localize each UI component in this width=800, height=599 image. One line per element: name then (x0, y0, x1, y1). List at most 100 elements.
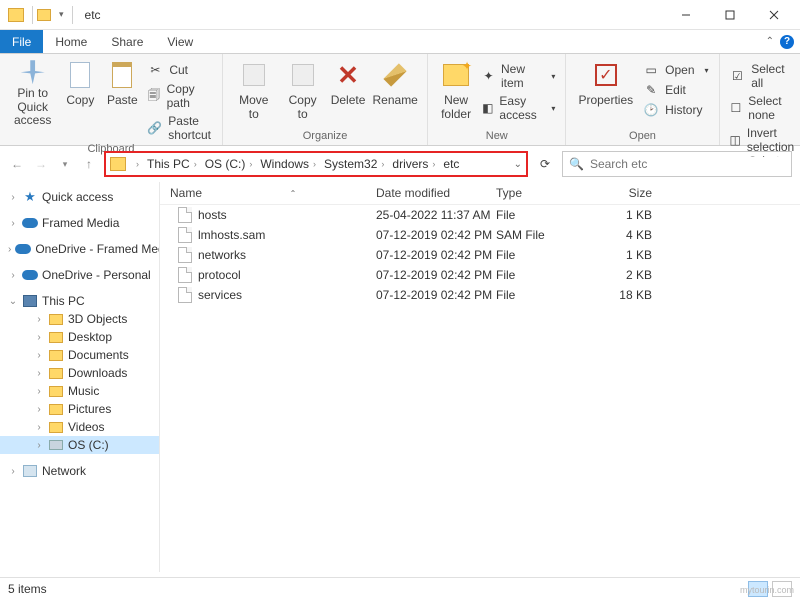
expand-icon[interactable]: › (8, 218, 18, 229)
file-name: networks (198, 248, 246, 262)
tree-pc-child[interactable]: ›Downloads (0, 364, 159, 382)
column-size[interactable]: Size (586, 186, 666, 200)
expand-icon[interactable]: › (34, 386, 44, 397)
breadcrumb-windows[interactable]: Windows› (258, 157, 322, 171)
tree-framed-media[interactable]: ›Framed Media (0, 214, 159, 232)
forward-button[interactable]: → (32, 155, 50, 173)
qat-folder-icon[interactable] (37, 9, 51, 21)
copy-icon (70, 62, 90, 88)
tree-pc-child[interactable]: ›Music (0, 382, 159, 400)
breadcrumb-os-c[interactable]: OS (C:)› (203, 157, 259, 171)
search-box[interactable]: 🔍 (562, 151, 792, 177)
recent-locations-button[interactable]: ▾ (56, 155, 74, 173)
tree-onedrive-personal[interactable]: ›OneDrive - Personal (0, 266, 159, 284)
address-bar[interactable]: › This PC› OS (C:)› Windows› System32› d… (104, 151, 528, 177)
breadcrumb-drivers[interactable]: drivers› (390, 157, 441, 171)
qat-dropdown-icon[interactable]: ▾ (59, 9, 64, 20)
tree-pc-child[interactable]: ›Desktop (0, 328, 159, 346)
expand-icon[interactable]: › (34, 332, 44, 343)
folder-icon (48, 330, 64, 344)
file-row[interactable]: hosts25-04-2022 11:37 AMFile1 KB (160, 205, 800, 225)
file-size: 2 KB (586, 268, 666, 282)
open-button[interactable]: ▭Open▾ (639, 61, 712, 79)
tree-network[interactable]: ›Network (0, 462, 159, 480)
refresh-button[interactable]: ⟳ (534, 153, 556, 175)
move-to-button[interactable]: Move to (229, 57, 278, 129)
paste-button[interactable]: Paste (101, 57, 143, 129)
minimize-button[interactable] (664, 1, 708, 29)
tree-pc-child[interactable]: ›Videos (0, 418, 159, 436)
search-input[interactable] (590, 157, 785, 171)
expand-icon[interactable]: › (34, 422, 44, 433)
breadcrumb-root-chevron[interactable]: › (130, 159, 145, 169)
tree-label: Pictures (68, 402, 111, 416)
copy-button[interactable]: Copy (59, 57, 101, 129)
file-list[interactable]: Name⌃ Date modified Type Size hosts25-04… (160, 182, 800, 572)
pin-to-quick-access-button[interactable]: Pin to Quick access (6, 57, 59, 129)
tab-home[interactable]: Home (43, 30, 99, 53)
tree-quick-access[interactable]: ›★Quick access (0, 188, 159, 206)
copy-to-button[interactable]: Copy to (279, 57, 327, 129)
file-icon (178, 247, 192, 263)
tree-pc-child[interactable]: ›3D Objects (0, 310, 159, 328)
tree-this-pc[interactable]: ⌄This PC (0, 292, 159, 310)
easy-access-button[interactable]: ◧Easy access▾ (478, 93, 559, 123)
expand-icon[interactable]: › (34, 350, 44, 361)
up-button[interactable]: ↑ (80, 155, 98, 173)
expand-icon[interactable]: › (8, 466, 18, 477)
address-dropdown-icon[interactable]: ⌄ (514, 159, 522, 170)
ribbon-collapse-icon[interactable]: ⌃ (766, 36, 774, 47)
cut-button[interactable]: ✂Cut (143, 61, 216, 79)
tree-onedrive-framed[interactable]: ›OneDrive - Framed Media (0, 240, 159, 258)
column-name[interactable]: Name⌃ (166, 186, 376, 200)
properties-checkmark-icon: ✓ (595, 64, 617, 86)
expand-icon[interactable]: › (8, 192, 18, 203)
tab-file[interactable]: File (0, 30, 43, 53)
help-icon[interactable]: ? (780, 35, 794, 49)
crumb-label: OS (C:) (205, 157, 246, 171)
select-all-button[interactable]: ☑Select all (726, 61, 800, 91)
history-button[interactable]: 🕑History (639, 101, 712, 119)
file-size: 1 KB (586, 248, 666, 262)
file-row[interactable]: protocol07-12-2019 02:42 PMFile2 KB (160, 265, 800, 285)
expand-icon[interactable]: › (34, 368, 44, 379)
maximize-button[interactable] (708, 1, 752, 29)
edit-button[interactable]: ✎Edit (639, 81, 712, 99)
expand-icon[interactable]: › (34, 404, 44, 415)
expand-icon[interactable]: › (8, 270, 18, 281)
file-row[interactable]: networks07-12-2019 02:42 PMFile1 KB (160, 245, 800, 265)
new-item-button[interactable]: ✦New item▾ (478, 61, 559, 91)
back-button[interactable]: ← (8, 155, 26, 173)
column-date[interactable]: Date modified (376, 186, 496, 200)
delete-button[interactable]: ✕Delete (327, 57, 369, 129)
tree-pc-child[interactable]: ›OS (C:) (0, 436, 159, 454)
rename-icon (384, 63, 407, 86)
file-name: lmhosts.sam (198, 228, 265, 242)
tree-pc-child[interactable]: ›Documents (0, 346, 159, 364)
column-type[interactable]: Type (496, 186, 586, 200)
copy-path-button[interactable]: 🗐Copy path (143, 81, 216, 111)
new-folder-button[interactable]: New folder (434, 57, 478, 129)
breadcrumb-this-pc[interactable]: This PC› (145, 157, 203, 171)
file-row[interactable]: services07-12-2019 02:42 PMFile18 KB (160, 285, 800, 305)
tab-share[interactable]: Share (99, 30, 155, 53)
expand-icon[interactable]: › (34, 314, 44, 325)
tree-pc-child[interactable]: › Pictures (0, 400, 159, 418)
file-row[interactable]: lmhosts.sam07-12-2019 02:42 PMSAM File4 … (160, 225, 800, 245)
expand-icon[interactable]: › (8, 244, 11, 255)
rename-button[interactable]: Rename (369, 57, 421, 129)
select-none-button[interactable]: ☐Select none (726, 93, 800, 123)
tab-view[interactable]: View (155, 30, 205, 53)
cloud-icon (22, 216, 38, 230)
file-name: protocol (198, 268, 241, 282)
breadcrumb-system32[interactable]: System32› (322, 157, 390, 171)
navigation-tree[interactable]: ›★Quick access ›Framed Media ›OneDrive -… (0, 182, 160, 572)
properties-label: Properties (578, 93, 633, 107)
close-button[interactable] (752, 1, 796, 29)
paste-shortcut-button[interactable]: 🔗Paste shortcut (143, 113, 216, 143)
properties-button[interactable]: ✓ Properties (572, 57, 639, 129)
breadcrumb-etc[interactable]: etc (441, 157, 461, 171)
expand-icon[interactable]: › (34, 440, 44, 451)
move-to-label: Move to (235, 93, 272, 121)
collapse-icon[interactable]: ⌄ (8, 296, 18, 307)
